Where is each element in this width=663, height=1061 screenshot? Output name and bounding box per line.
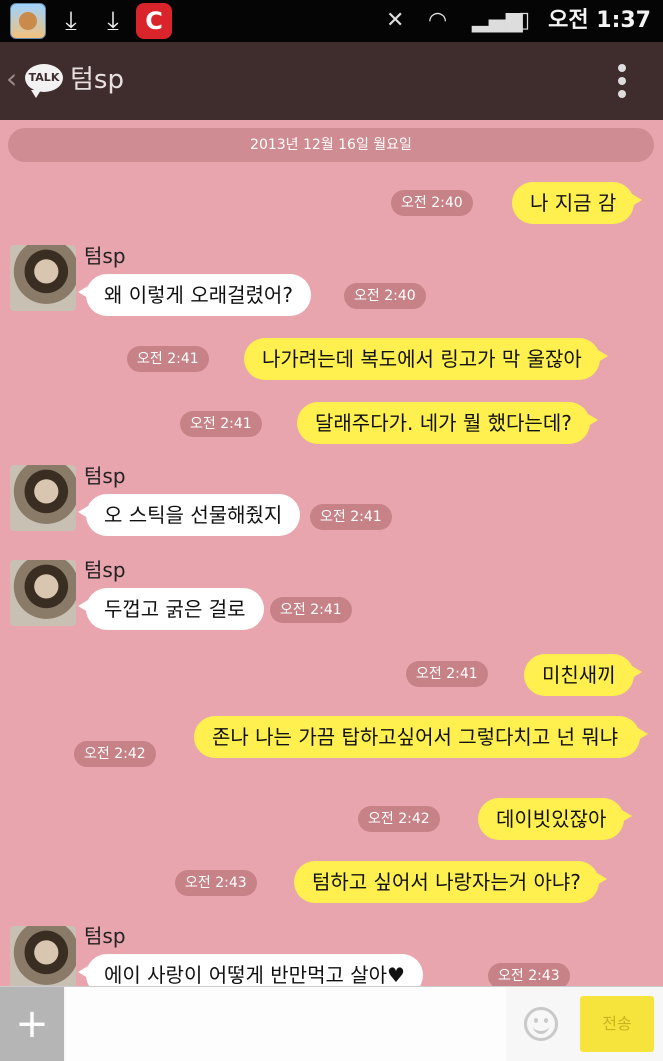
message-input[interactable] [66, 987, 506, 1061]
hamster-app-icon [10, 3, 46, 39]
message-bubble-theirs[interactable]: 두껍고 굵은 걸로 [78, 588, 264, 630]
message-time: 오전 2:41 [270, 597, 352, 623]
chat-log[interactable]: 2013년 12월 16일 월요일 오전 2:40 나 지금 감 텀sp 왜 이… [0, 120, 663, 986]
avatar[interactable] [10, 465, 76, 531]
no-signal-icon: ✕ [386, 8, 405, 33]
download-icon: ⤓ [65, 6, 77, 36]
sender-name: 텀sp [84, 924, 126, 948]
signal-icon: ▂▄▆ [472, 8, 523, 33]
message-bubble-mine[interactable]: 존나 나는 가끔 탑하고싶어서 그렇다치고 넌 뭐냐 [194, 716, 648, 758]
logo-text: TALK [28, 71, 60, 84]
message-time: 오전 2:42 [358, 806, 440, 832]
status-bar: ⤓ ⤓ C ✕ ◠ ▂▄▆ ▯ 오전 1:37 [0, 0, 663, 42]
message-time: 오전 2:43 [488, 963, 570, 986]
status-time: 오전 1:37 [548, 8, 651, 33]
message-bubble-mine[interactable]: 달래주다가. 네가 뭘 했다는데? [297, 402, 598, 444]
avatar[interactable] [10, 560, 76, 626]
download-icon: ⤓ [107, 6, 119, 36]
message-time: 오전 2:41 [127, 346, 209, 372]
message-bubble-theirs[interactable]: 왜 이렇게 오래걸렸어? [78, 274, 311, 316]
attach-plus-button[interactable]: + [0, 987, 64, 1061]
avatar[interactable] [10, 245, 76, 311]
input-bar: + 전송 [0, 986, 663, 1061]
message-time: 오전 2:42 [74, 741, 156, 767]
send-button[interactable]: 전송 [580, 996, 654, 1052]
date-separator: 2013년 12월 16일 월요일 [8, 128, 654, 162]
back-chevron-icon[interactable]: ‹ [6, 62, 17, 96]
message-bubble-theirs[interactable]: 오 스틱을 선물해줬지 [77, 494, 301, 536]
message-time: 오전 2:41 [180, 411, 262, 437]
message-time: 오전 2:40 [344, 283, 426, 309]
sender-name: 텀sp [84, 464, 126, 488]
message-time: 오전 2:40 [391, 190, 473, 216]
message-time: 오전 2:41 [406, 661, 488, 687]
message-time: 오전 2:43 [175, 870, 257, 896]
chat-title: 텀sp [70, 65, 124, 95]
message-bubble-mine[interactable]: 나가려는데 복도에서 링고가 막 울잖아 [244, 338, 608, 380]
sender-name: 텀sp [84, 558, 126, 582]
sender-name: 텀sp [84, 244, 126, 268]
avatar[interactable] [10, 926, 76, 986]
message-bubble-mine[interactable]: 데이빗있잖아 [478, 798, 633, 840]
chat-header: ‹ TALK 텀sp [0, 42, 663, 120]
message-bubble-mine[interactable]: 나 지금 감 [512, 182, 643, 224]
message-bubble-theirs[interactable]: 에이 사랑이 어떻게 반만먹고 살아♥ [78, 954, 423, 986]
message-bubble-mine[interactable]: 텀하고 싶어서 나랑자는거 아냐? [294, 861, 607, 903]
message-bubble-mine[interactable]: 미친새끼 [524, 654, 642, 696]
message-time: 오전 2:41 [310, 504, 392, 530]
emoticon-icon[interactable] [524, 1007, 558, 1041]
battery-icon: ▯ [518, 8, 531, 33]
overflow-menu-icon[interactable] [617, 64, 627, 100]
kakaotalk-logo[interactable]: TALK [25, 64, 63, 98]
red-app-icon: C [136, 3, 172, 39]
wifi-icon: ◠ [428, 8, 448, 33]
